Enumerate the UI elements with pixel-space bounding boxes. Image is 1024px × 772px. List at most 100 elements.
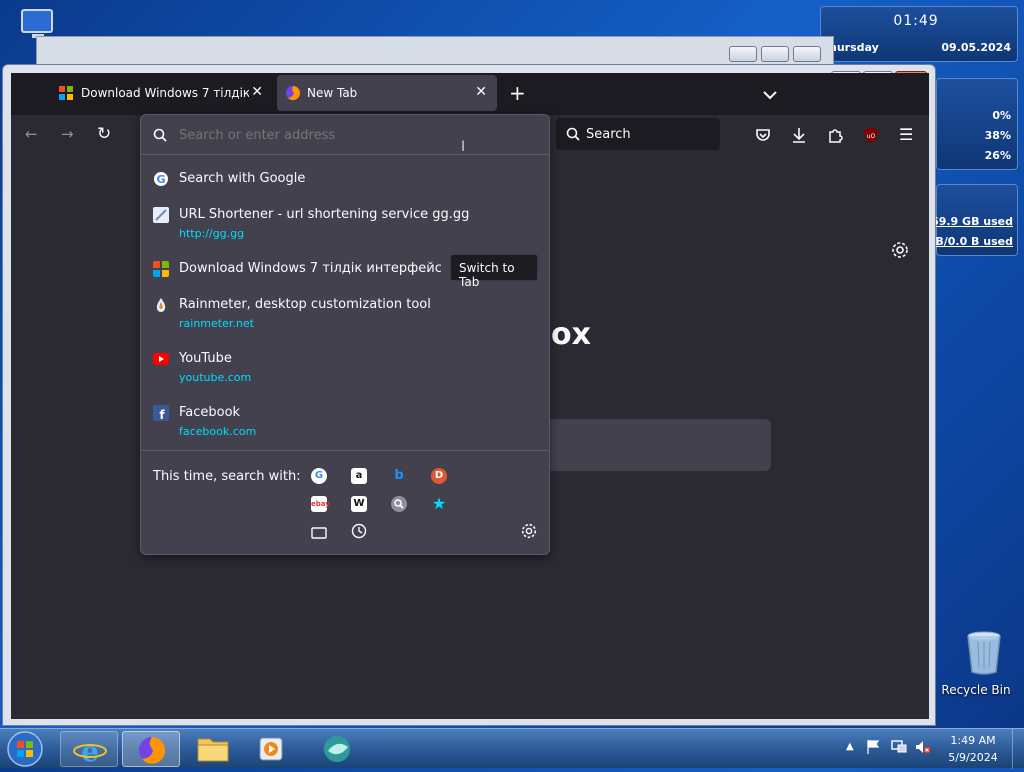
menu-hamburger-icon[interactable]: ☰ xyxy=(899,125,913,144)
tab-download-windows[interactable]: Download Windows 7 тілдік ин ✕ xyxy=(51,75,273,111)
svg-text:e: e xyxy=(81,735,99,768)
tabs-search-icon[interactable] xyxy=(311,525,327,544)
toolbar-search-box[interactable]: Search xyxy=(556,118,720,150)
tab-bar: Download Windows 7 тілдік ин ✕ New Tab ✕… xyxy=(11,73,929,115)
duckduckgo-engine-icon[interactable]: D xyxy=(431,468,447,484)
search-with-google-row[interactable]: G Search with Google xyxy=(153,171,543,191)
folder-icon xyxy=(197,738,229,762)
tab-title: Download Windows 7 тілдік ин xyxy=(81,86,249,100)
result-title: Rainmeter, desktop customization tool xyxy=(179,297,431,312)
search-icon xyxy=(566,127,580,141)
disk-line-2: 0 B/0.0 B used xyxy=(923,235,1013,248)
result-url: youtube.com xyxy=(179,371,252,384)
media-player-taskbar-button[interactable] xyxy=(242,731,300,767)
svg-text:G: G xyxy=(156,173,165,186)
result-facebook[interactable]: f Facebook facebook.com xyxy=(153,405,543,441)
amazon-engine-icon[interactable]: a xyxy=(351,468,367,484)
bg-maximize-button[interactable] xyxy=(761,46,789,62)
urlbar-dropdown: I G Search with Google URL Shortener - u… xyxy=(140,114,550,555)
search-engine-magnifier-icon[interactable] xyxy=(391,496,407,512)
link-icon xyxy=(153,207,169,223)
show-desktop-button[interactable] xyxy=(1012,729,1024,769)
result-url: rainmeter.net xyxy=(179,317,254,330)
recycle-bin-icon xyxy=(967,631,1001,675)
firefox-taskbar-button[interactable] xyxy=(122,731,180,767)
result-title: Facebook xyxy=(179,405,241,420)
bookmarks-star-icon[interactable]: ★ xyxy=(431,496,447,512)
google-icon: G xyxy=(154,172,168,186)
search-settings-gear-icon[interactable] xyxy=(521,523,537,543)
bing-engine-icon[interactable]: b xyxy=(391,468,407,484)
result-youtube[interactable]: YouTube youtube.com xyxy=(153,351,543,387)
search-with-google-label: Search with Google xyxy=(179,171,306,186)
ebay-engine-icon[interactable]: ebay xyxy=(311,496,330,512)
internet-explorer-taskbar-button[interactable]: e xyxy=(60,731,118,768)
action-center-flag-icon[interactable] xyxy=(866,739,880,759)
cpu-value-3: 26% xyxy=(984,149,1011,162)
svg-text:uO: uO xyxy=(867,133,876,140)
volume-muted-icon[interactable] xyxy=(914,739,932,759)
dropdown-divider xyxy=(141,450,549,451)
tab-new-tab[interactable]: New Tab ✕ xyxy=(277,75,497,111)
recycle-bin-label: Recycle Bin xyxy=(941,683,1011,697)
facebook-icon: f xyxy=(153,405,169,421)
windows-icon xyxy=(59,86,73,100)
result-rainmeter[interactable]: Rainmeter, desktop customization tool ra… xyxy=(153,297,543,333)
extensions-icon[interactable] xyxy=(827,127,843,147)
result-title: YouTube xyxy=(179,351,232,366)
list-all-tabs-chevron-icon[interactable] xyxy=(763,85,777,100)
taskbar: e ▲ 1:49 AM 5/9/2024 xyxy=(0,728,1024,769)
taskbar-clock-time[interactable]: 1:49 AM xyxy=(944,734,1002,747)
search-icon xyxy=(153,128,167,142)
bg-close-button[interactable] xyxy=(793,46,821,62)
pocket-icon[interactable] xyxy=(755,127,771,147)
app-taskbar-button[interactable] xyxy=(308,731,366,767)
history-clock-icon[interactable] xyxy=(351,523,367,543)
google-engine-icon[interactable]: G xyxy=(311,468,327,484)
network-icon[interactable] xyxy=(890,739,908,759)
newtab-search-box[interactable] xyxy=(541,419,771,471)
ublock-origin-icon[interactable]: uO xyxy=(863,126,879,148)
firefox-icon xyxy=(286,86,301,101)
back-arrow-icon[interactable]: ← xyxy=(25,125,38,143)
result-title: Download Windows 7 тілдік интерфейс бу xyxy=(179,261,441,276)
clock-date: 09.05.2024 xyxy=(941,41,1011,54)
bg-minimize-button[interactable] xyxy=(729,46,757,62)
new-tab-button[interactable]: + xyxy=(509,81,526,105)
taskbar-clock-date[interactable]: 5/9/2024 xyxy=(944,751,1002,764)
file-explorer-taskbar-button[interactable] xyxy=(184,731,242,767)
downloads-icon[interactable] xyxy=(791,127,807,147)
result-url: facebook.com xyxy=(179,425,257,438)
clock-day: hursday xyxy=(829,41,879,54)
text-cursor-icon: I xyxy=(461,139,466,155)
svg-text:f: f xyxy=(159,408,165,421)
urlbar[interactable]: I xyxy=(141,115,549,155)
recycle-bin-desktop-icon[interactable]: Recycle Bin xyxy=(940,630,1012,700)
internet-explorer-icon: e xyxy=(73,735,107,768)
cpu-value-2: 38% xyxy=(984,129,1011,142)
personalize-gear-icon[interactable] xyxy=(891,241,909,263)
result-title: URL Shortener - url shortening service g… xyxy=(179,207,470,222)
start-button[interactable] xyxy=(6,730,46,768)
app-icon xyxy=(324,736,350,762)
toolbar-search-placeholder: Search xyxy=(586,127,631,142)
this-time-search-with-label: This time, search with: xyxy=(153,469,301,484)
tab-close-icon[interactable]: ✕ xyxy=(475,84,487,100)
media-player-icon xyxy=(259,737,283,761)
wikipedia-engine-icon[interactable]: W xyxy=(351,496,367,512)
windows-icon xyxy=(153,261,169,277)
firefox-wordmark: ox xyxy=(551,317,591,352)
address-input[interactable] xyxy=(177,125,467,145)
forward-arrow-icon[interactable]: → xyxy=(61,125,74,143)
result-url-shortener[interactable]: URL Shortener - url shortening service g… xyxy=(153,207,543,243)
result-url: http://gg.gg xyxy=(179,227,245,240)
clock-gadget: 01:49 hursday 09.05.2024 xyxy=(820,6,1018,62)
rainmeter-icon xyxy=(156,298,166,312)
show-hidden-icons-chevron-icon[interactable]: ▲ xyxy=(846,741,854,752)
firefox-icon xyxy=(139,737,166,764)
youtube-icon xyxy=(153,353,169,365)
cpu-gadget: 0% 38% 26% xyxy=(936,78,1018,170)
switch-to-tab-tooltip: Switch to Tab xyxy=(450,254,538,289)
tab-close-icon[interactable]: ✕ xyxy=(251,84,263,100)
reload-icon[interactable]: ↻ xyxy=(97,124,111,144)
